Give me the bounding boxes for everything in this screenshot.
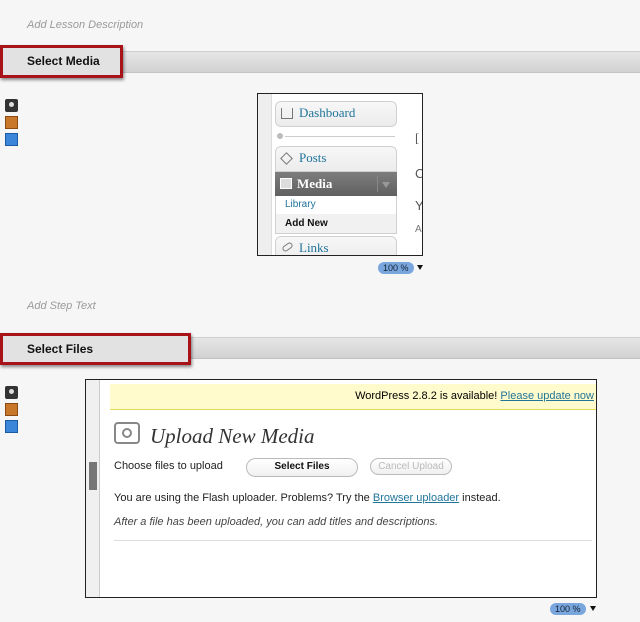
after-upload-text: After a file has been uploaded, you can … bbox=[114, 516, 439, 528]
menu-dashboard-label: Dashboard bbox=[299, 105, 356, 120]
screenshot-media-menu: Dashboard Posts Media Library Add New Li… bbox=[257, 93, 423, 256]
update-notice-message: WordPress 2.8.2 is available! bbox=[355, 390, 498, 402]
media-upload-icon bbox=[114, 422, 140, 444]
home-icon bbox=[281, 108, 293, 119]
screenshot-edge bbox=[258, 94, 272, 255]
lesson-description-placeholder[interactable]: Add Lesson Description bbox=[27, 19, 143, 31]
camera-icon[interactable] bbox=[5, 386, 18, 399]
choose-files-label: Choose files to upload bbox=[114, 460, 223, 472]
step-tools bbox=[5, 386, 21, 437]
menu-media: Media bbox=[275, 172, 397, 196]
cancel-upload-button: Cancel Upload bbox=[370, 458, 452, 475]
step-text-placeholder[interactable]: Add Step Text bbox=[27, 300, 96, 312]
menu-media-label: Media bbox=[297, 176, 333, 191]
submenu-library: Library bbox=[285, 199, 316, 210]
step-title-select-files[interactable]: Select Files bbox=[0, 333, 191, 365]
zoom-badge[interactable]: 100 % bbox=[378, 262, 414, 274]
menu-separator bbox=[275, 131, 397, 141]
flash-uploader-message: You are using the Flash uploader. Proble… bbox=[114, 492, 370, 504]
instead-text: instead. bbox=[462, 492, 501, 504]
step-title-select-media[interactable]: Select Media bbox=[0, 45, 123, 78]
edge-char-2: C bbox=[415, 166, 422, 181]
zoom-badge[interactable]: 100 % bbox=[550, 603, 586, 615]
flash-uploader-text: You are using the Flash uploader. Proble… bbox=[114, 492, 501, 504]
divider bbox=[114, 540, 592, 541]
zoom-dropdown-icon[interactable] bbox=[417, 265, 423, 270]
menu-posts-label: Posts bbox=[299, 150, 327, 165]
zoom-dropdown-icon[interactable] bbox=[590, 606, 596, 611]
please-update-link: Please update now bbox=[500, 390, 594, 402]
edge-char-4: A bbox=[415, 224, 422, 235]
update-notice: WordPress 2.8.2 is available! Please upd… bbox=[110, 384, 596, 410]
browser-uploader-link: Browser uploader bbox=[372, 492, 460, 504]
media-submenu: Library Add New bbox=[275, 196, 397, 234]
update-notice-text: WordPress 2.8.2 is available! Please upd… bbox=[355, 390, 594, 402]
page-heading: Upload New Media bbox=[150, 424, 315, 448]
media-icon bbox=[280, 178, 292, 189]
folder-add-icon[interactable] bbox=[5, 420, 18, 433]
menu-links-label: Links bbox=[299, 240, 329, 255]
menu-posts: Posts bbox=[275, 146, 397, 172]
screenshot-upload-media: WordPress 2.8.2 is available! Please upd… bbox=[85, 379, 597, 598]
menu-links: Links bbox=[275, 236, 397, 255]
link-icon bbox=[281, 241, 294, 253]
camera-icon[interactable] bbox=[5, 99, 18, 112]
clipboard-icon[interactable] bbox=[5, 403, 18, 416]
menu-dashboard: Dashboard bbox=[275, 101, 397, 127]
chevron-down-icon bbox=[377, 176, 393, 192]
screenshot-sidebar-edge bbox=[86, 380, 100, 597]
pin-icon bbox=[280, 152, 293, 165]
edge-char-1: [ bbox=[415, 130, 420, 145]
folder-add-icon[interactable] bbox=[5, 133, 18, 146]
submenu-add-new: Add New bbox=[276, 214, 396, 233]
step-tools bbox=[5, 99, 21, 150]
select-files-button: Select Files bbox=[246, 458, 358, 477]
clipboard-icon[interactable] bbox=[5, 116, 18, 129]
edge-char-3: Y bbox=[415, 198, 423, 213]
